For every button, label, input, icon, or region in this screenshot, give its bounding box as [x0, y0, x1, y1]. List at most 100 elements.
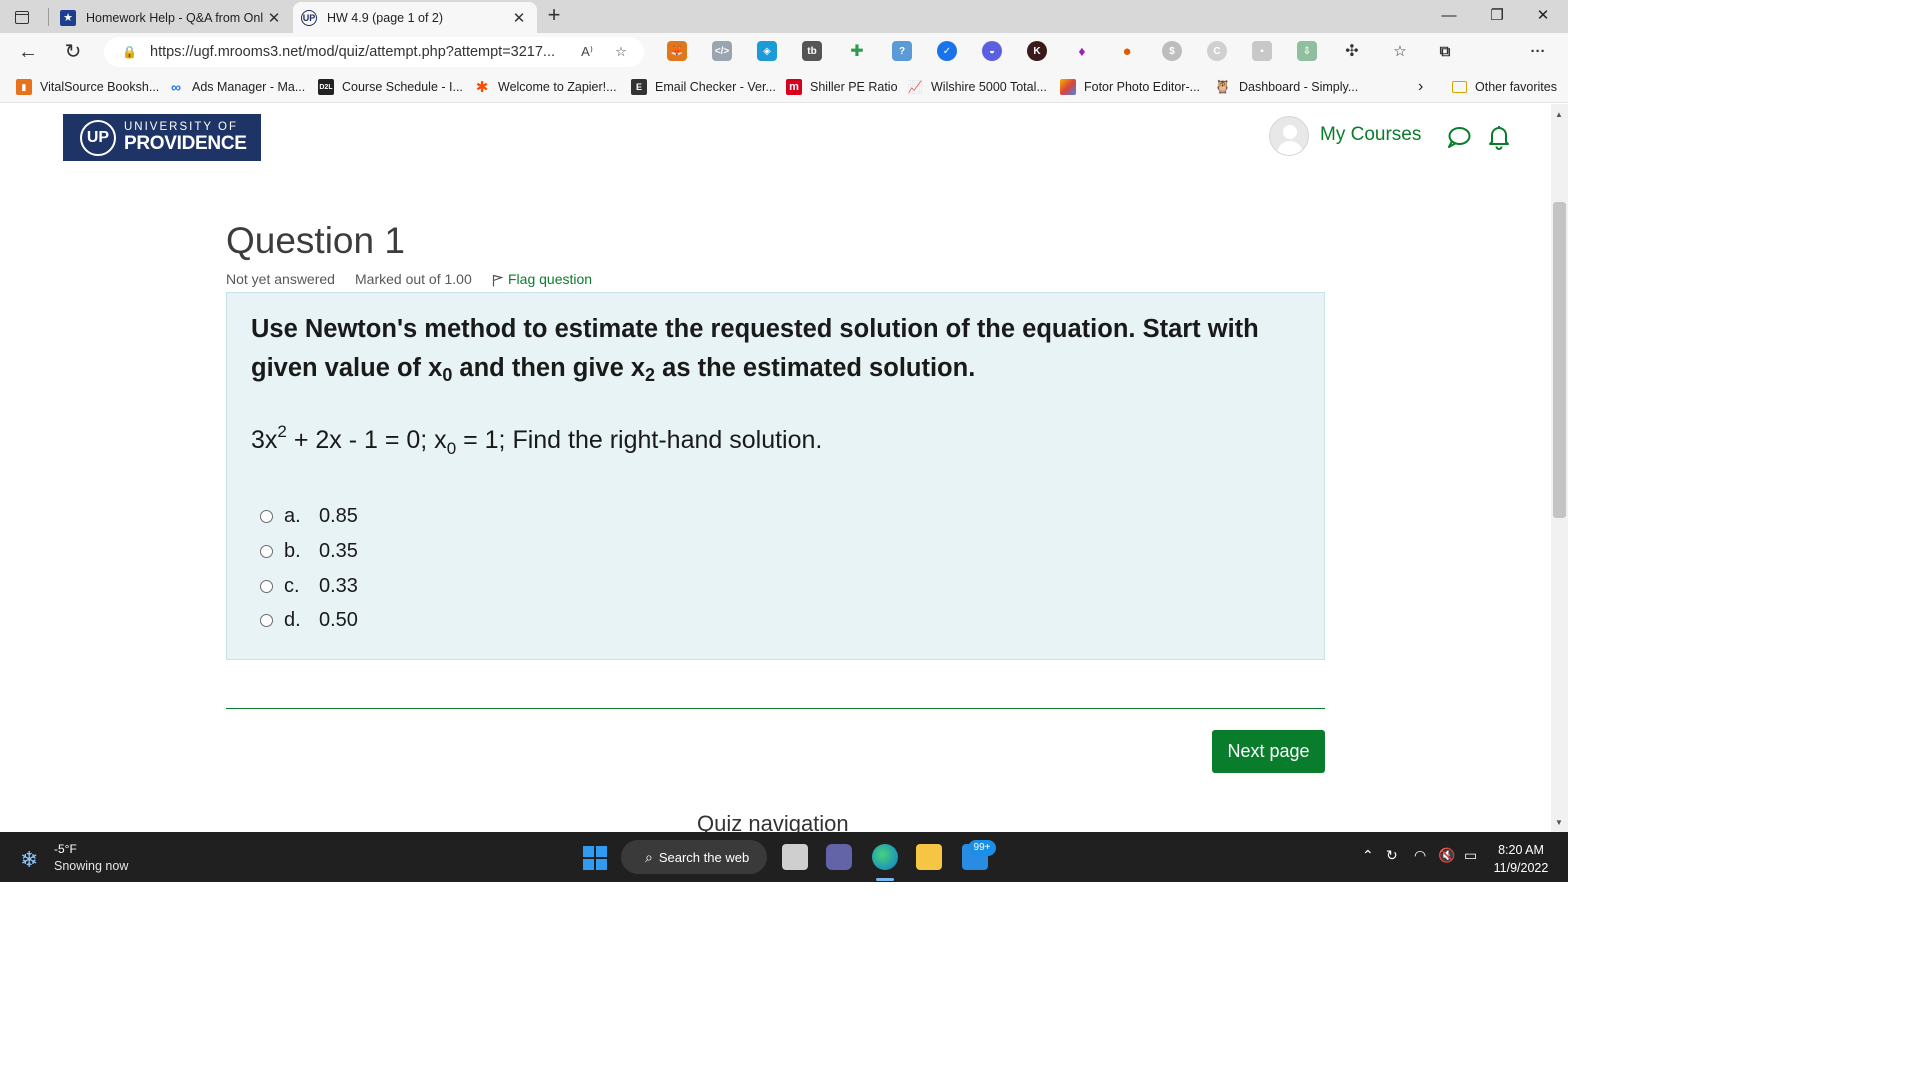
- more-bookmarks-chevron-icon[interactable]: ›: [1418, 78, 1423, 96]
- bookmarks-bar: ▮ VitalSource Booksh... ∞ Ads Manager - …: [0, 70, 1568, 103]
- close-tab-icon[interactable]: ✕: [511, 9, 527, 27]
- bookmark-email-checker[interactable]: E Email Checker - Ver...: [631, 78, 776, 96]
- add-favorite-icon[interactable]: ☆: [610, 44, 632, 60]
- k-extension-icon[interactable]: K: [1027, 41, 1047, 61]
- email-checker-icon: E: [631, 79, 647, 95]
- check-extension-icon[interactable]: ✓: [937, 41, 957, 61]
- active-app-indicator: [876, 878, 894, 881]
- flame-extension-icon[interactable]: ●: [1117, 41, 1137, 61]
- tab-title: HW 4.9 (page 1 of 2): [327, 10, 444, 25]
- lock-icon: 🔒: [122, 45, 137, 59]
- zapier-icon: ✱: [475, 79, 489, 96]
- bookmark-course-schedule[interactable]: D2L Course Schedule - I...: [318, 78, 463, 96]
- chat-extension-icon[interactable]: ◒: [982, 41, 1002, 61]
- minimize-button[interactable]: —: [1426, 4, 1472, 28]
- bell-icon[interactable]: [1488, 124, 1510, 150]
- star-icon: ★: [60, 9, 76, 26]
- extensions-puzzle-icon[interactable]: ✣: [1342, 41, 1362, 61]
- snowflake-icon[interactable]: ❄: [20, 847, 38, 873]
- bookmark-vitalsource[interactable]: ▮ VitalSource Booksh...: [16, 78, 159, 96]
- tab-homework-help[interactable]: ★ Homework Help - Q&A from Onl ✕: [52, 2, 292, 33]
- tab-separator: [48, 8, 49, 26]
- quiz-navigation-heading: Quiz navigation: [697, 811, 849, 832]
- taskbar-search[interactable]: ⌕ Search the web: [621, 840, 767, 874]
- tab-hw-4-9[interactable]: UP HW 4.9 (page 1 of 2) ✕: [293, 2, 537, 33]
- scroll-down-icon[interactable]: ▼: [1555, 818, 1563, 827]
- edge-browser-icon[interactable]: [872, 844, 898, 870]
- weather-temperature[interactable]: -5°F: [54, 842, 77, 856]
- system-clock[interactable]: 8:20 AM 11/9/2022: [1488, 841, 1554, 877]
- grey-extension-icon[interactable]: ▪: [1252, 41, 1272, 61]
- bookmark-extension-icon[interactable]: ?: [892, 41, 912, 61]
- metamask-icon[interactable]: 🦊: [667, 41, 687, 61]
- weather-description[interactable]: Snowing now: [54, 859, 128, 873]
- option-letter: a.: [284, 504, 301, 527]
- restore-button[interactable]: ❐: [1474, 4, 1520, 28]
- radio-button[interactable]: [260, 544, 273, 558]
- page-scrollbar[interactable]: ▲ ▼: [1551, 104, 1568, 832]
- url-field[interactable]: 🔒 https://ugf.mrooms3.net/mod/quiz/attem…: [104, 37, 644, 67]
- edit-extension-icon[interactable]: ◈: [757, 41, 777, 61]
- volume-muted-icon[interactable]: 🔇: [1438, 847, 1455, 864]
- download-extension-icon[interactable]: ⇩: [1297, 41, 1317, 61]
- url-text[interactable]: https://ugf.mrooms3.net/mod/quiz/attempt…: [150, 44, 576, 60]
- back-button[interactable]: ←: [14, 39, 42, 65]
- code-extension-icon[interactable]: </>: [712, 41, 732, 61]
- wifi-icon[interactable]: ◠: [1414, 847, 1426, 864]
- section-divider: [226, 708, 1325, 709]
- tb-extension-icon[interactable]: tb: [802, 41, 822, 61]
- radio-button[interactable]: [260, 509, 273, 523]
- bookmark-dashboard[interactable]: 🦉 Dashboard - Simply...: [1215, 78, 1358, 96]
- multpl-icon: m: [786, 79, 802, 95]
- providence-icon: UP: [301, 9, 317, 26]
- gem-extension-icon[interactable]: ♦: [1072, 41, 1092, 61]
- battery-icon[interactable]: ▭: [1464, 847, 1477, 864]
- bookmark-label: Wilshire 5000 Total...: [931, 80, 1047, 94]
- bookmark-wilshire[interactable]: 📈 Wilshire 5000 Total...: [907, 78, 1047, 96]
- flag-question-link[interactable]: Flag question: [492, 271, 592, 287]
- more-menu-icon[interactable]: ···: [1528, 41, 1548, 61]
- question-box: Use Newton's method to estimate the requ…: [226, 292, 1325, 660]
- read-aloud-icon[interactable]: A⁾: [576, 44, 598, 60]
- my-courses-link[interactable]: My Courses: [1320, 124, 1421, 146]
- radio-button[interactable]: [260, 613, 273, 627]
- scroll-up-icon[interactable]: ▲: [1555, 110, 1563, 119]
- chat-icon[interactable]: [1447, 126, 1471, 148]
- tab-actions-icon[interactable]: [12, 7, 32, 27]
- bookmark-label: VitalSource Booksh...: [40, 80, 160, 94]
- refresh-button[interactable]: ↻: [59, 39, 87, 65]
- plus-extension-icon[interactable]: ✚: [847, 41, 867, 61]
- show-hidden-icons-chevron-icon[interactable]: ⌃: [1362, 847, 1374, 864]
- university-logo[interactable]: UP UNIVERSITY OF PROVIDENCE: [63, 114, 261, 161]
- next-page-button[interactable]: Next page: [1212, 730, 1325, 773]
- c-extension-icon[interactable]: C: [1207, 41, 1227, 61]
- answer-option-a[interactable]: a. 0.85: [260, 504, 358, 528]
- tab-strip: ★ Homework Help - Q&A from Onl ✕ UP HW 4…: [0, 0, 1568, 33]
- windows-start-icon[interactable]: [583, 846, 607, 870]
- bookmark-zapier[interactable]: ✱ Welcome to Zapier!...: [474, 78, 617, 96]
- close-tab-icon[interactable]: ✕: [266, 9, 282, 27]
- radio-button[interactable]: [260, 579, 273, 593]
- bookmark-label: Course Schedule - I...: [342, 80, 463, 94]
- bookmark-ads-manager[interactable]: ∞ Ads Manager - Ma...: [168, 78, 305, 96]
- scrollbar-thumb[interactable]: [1553, 202, 1566, 518]
- sync-icon[interactable]: ↻: [1386, 847, 1398, 864]
- answer-option-c[interactable]: c. 0.33: [260, 574, 358, 598]
- task-view-icon[interactable]: [782, 844, 808, 870]
- teams-chat-icon[interactable]: [826, 844, 852, 870]
- close-window-button[interactable]: ✕: [1520, 4, 1566, 28]
- flag-icon: [492, 274, 503, 287]
- collections-icon[interactable]: ⧉: [1435, 41, 1455, 61]
- user-avatar[interactable]: [1269, 116, 1309, 156]
- answer-option-b[interactable]: b. 0.35: [260, 539, 358, 563]
- bookmark-shiller-pe[interactable]: m Shiller PE Ratio: [786, 78, 898, 96]
- vitalsource-icon: ▮: [16, 79, 32, 95]
- new-tab-button[interactable]: +: [542, 4, 566, 28]
- favorites-icon[interactable]: ☆: [1390, 41, 1410, 61]
- answer-option-d[interactable]: d. 0.50: [260, 608, 358, 632]
- search-label: Search the web: [658, 849, 750, 865]
- bookmark-other-favorites[interactable]: Other favorites: [1452, 78, 1557, 96]
- file-explorer-icon[interactable]: [916, 844, 942, 870]
- bookmark-fotor[interactable]: Fotor Photo Editor-...: [1060, 78, 1200, 96]
- dollar-extension-icon[interactable]: $: [1162, 41, 1182, 61]
